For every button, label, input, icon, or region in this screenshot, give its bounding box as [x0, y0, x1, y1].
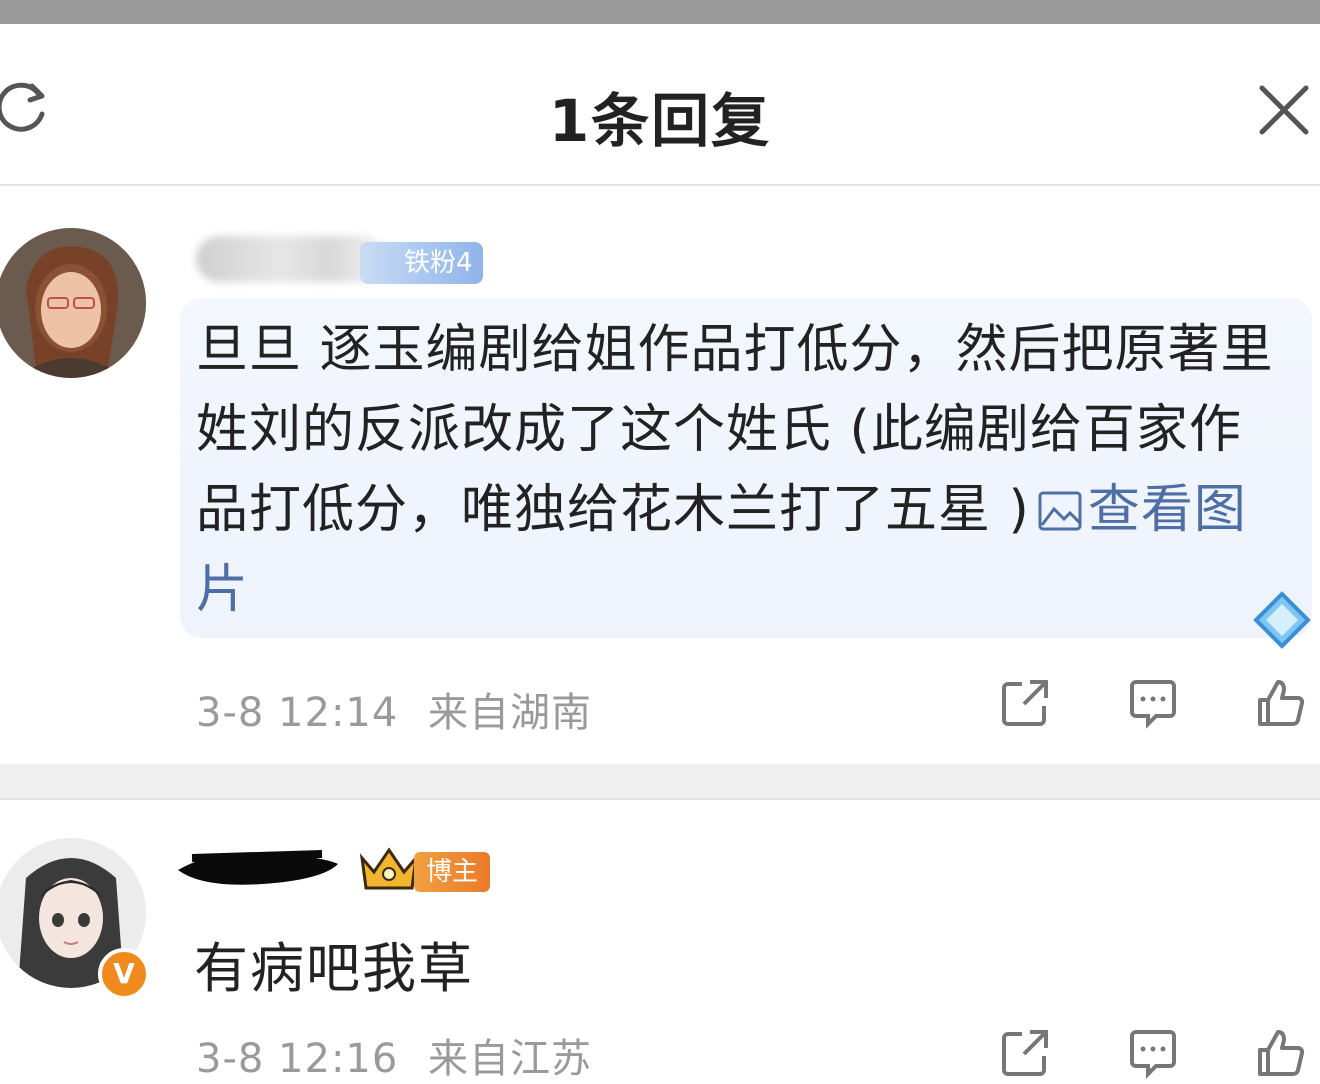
verified-badge: V: [98, 948, 150, 1000]
reply-icon[interactable]: [1126, 676, 1180, 730]
status-strip: [0, 0, 1320, 24]
comment-text: 旦旦 逐玉编剧给姐作品打低分，然后把原著里姓刘的反派改成了这个姓氏 (此编剧给百…: [196, 310, 1276, 630]
page-title: 1条回复: [548, 87, 772, 155]
comment-meta: 3-8 12:16 来自江苏: [196, 1026, 592, 1084]
comment-text: 有病吧我草: [194, 937, 474, 1000]
comment-location: 来自江苏: [428, 1036, 593, 1082]
share-icon[interactable]: [998, 676, 1052, 730]
image-icon: [1038, 491, 1082, 531]
crown-icon: [359, 847, 419, 890]
reply-header: 1条回复: [0, 24, 1320, 186]
comment-item: 铁粉4 旦旦 逐玉编剧给姐作品打低分，然后把原著里姓刘的反派改成了这个姓氏 (此…: [0, 186, 1320, 764]
comment-time: 3-8 12:16: [196, 1036, 399, 1082]
username-redacted: [196, 236, 386, 282]
username-redacted: [178, 850, 338, 885]
comment-item: V 博主 有病吧我草 3-8 12:16 来自江苏: [0, 800, 1320, 1082]
share-icon[interactable]: [998, 1026, 1052, 1080]
avatar[interactable]: [0, 228, 146, 378]
section-divider: [0, 764, 1320, 800]
diamond-decoration-icon: [1253, 591, 1311, 649]
comment-meta: 3-8 12:14 来自湖南: [196, 680, 592, 738]
like-icon[interactable]: [1254, 676, 1308, 730]
fan-badge: 铁粉4: [360, 242, 483, 284]
like-icon[interactable]: [1254, 1026, 1308, 1080]
blogger-badge: 博主: [414, 852, 491, 892]
reply-icon[interactable]: [1126, 1026, 1180, 1080]
close-icon[interactable]: [1256, 82, 1312, 138]
comment-location: 来自湖南: [428, 690, 593, 736]
comment-time: 3-8 12:14: [196, 690, 399, 736]
